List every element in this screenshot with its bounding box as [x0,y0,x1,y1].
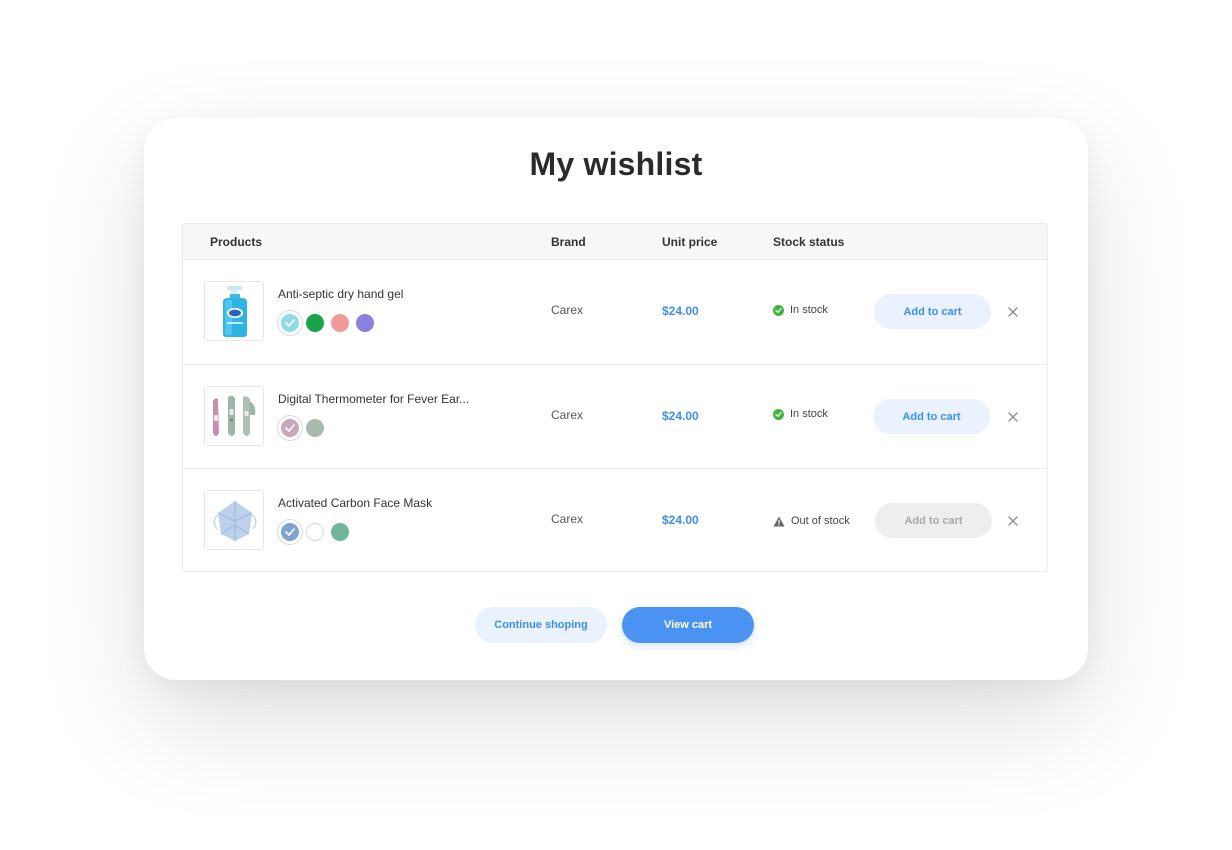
color-swatch[interactable] [331,314,349,332]
header-products: Products [210,235,263,249]
color-swatches [278,416,324,440]
stock-label: In stock [790,304,828,316]
check-icon [285,319,295,327]
check-icon [285,528,295,536]
color-swatch[interactable] [306,419,324,437]
table-row: Activated Carbon Face Mask Carex $24.00 … [183,468,1047,571]
table-row: Digital Thermometer for Fever Ear... Car… [183,364,1047,468]
header-unit-price: Unit price [662,235,718,249]
add-to-cart-button-disabled: Add to cart [875,503,992,538]
check-circle-icon [773,304,784,316]
product-thumbnail[interactable] [204,386,264,446]
wishlist-table: Products Brand Unit price Stock status A [182,223,1048,572]
close-icon [1008,516,1018,526]
header-brand: Brand [551,235,586,249]
check-circle-icon [773,408,784,420]
stock-status: In stock [773,408,828,420]
add-to-cart-button[interactable]: Add to cart [873,399,990,434]
remove-item-button[interactable] [1005,304,1021,320]
remove-item-button[interactable] [1005,513,1021,529]
table-header: Products Brand Unit price Stock status [183,224,1047,260]
color-swatch[interactable] [306,523,324,541]
product-price: $24.00 [662,304,699,318]
product-thumbnail[interactable] [204,490,264,550]
product-brand: Carex [551,512,584,526]
check-icon [285,424,295,432]
stock-label: Out of stock [791,515,850,527]
product-brand: Carex [551,408,584,422]
product-price: $24.00 [662,409,699,423]
product-name[interactable]: Activated Carbon Face Mask [278,496,432,510]
color-swatch[interactable] [306,314,324,332]
color-swatch-selected[interactable] [278,416,302,440]
stock-label: In stock [790,408,828,420]
close-icon [1008,307,1018,317]
remove-item-button[interactable] [1005,409,1021,425]
product-name[interactable]: Anti-septic dry hand gel [278,287,403,301]
table-row: Anti-septic dry hand gel Carex $24.00 In… [183,260,1047,364]
view-cart-button[interactable]: View cart [622,607,754,643]
product-thumbnail[interactable] [204,281,264,341]
color-swatches [278,311,374,335]
wishlist-card: My wishlist Products Brand Unit price St… [144,118,1088,680]
header-stock-status: Stock status [773,235,845,249]
color-swatch-selected[interactable] [278,520,302,544]
stock-status: In stock [773,304,828,316]
stock-status: Out of stock [773,515,850,527]
add-to-cart-button[interactable]: Add to cart [874,294,991,329]
continue-shopping-button[interactable]: Continue shoping [475,607,607,643]
warning-icon [773,516,785,526]
thermometer-image [213,395,256,436]
product-name[interactable]: Digital Thermometer for Fever Ear... [278,392,469,406]
color-swatch[interactable] [356,314,374,332]
color-swatch-selected[interactable] [278,311,302,335]
color-swatch[interactable] [331,523,349,541]
color-swatches [278,520,349,544]
product-price: $24.00 [662,513,699,527]
close-icon [1008,412,1018,422]
product-brand: Carex [551,303,584,317]
page-title: My wishlist [529,146,703,182]
face-mask-image [213,501,257,541]
hand-gel-image [223,286,247,337]
